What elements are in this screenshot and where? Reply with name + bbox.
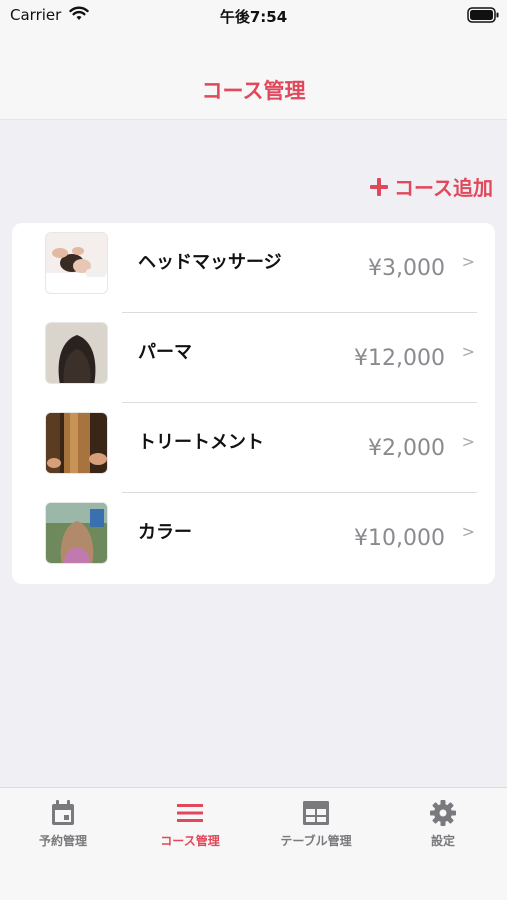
gear-icon xyxy=(430,800,456,826)
tab-tables[interactable]: テーブル管理 xyxy=(253,798,379,858)
tab-label: コース管理 xyxy=(160,834,220,848)
tab-reservations[interactable]: 予約管理 xyxy=(0,798,126,858)
course-list: ヘッドマッサージ ¥3,000 > パーマ ¥12,000 > トリートメント … xyxy=(12,223,495,584)
course-name: カラー xyxy=(138,522,192,543)
chevron-right-icon: > xyxy=(461,432,475,451)
course-name: ヘッドマッサージ xyxy=(138,252,282,273)
navigation-bar: コース管理 xyxy=(0,30,507,120)
course-row[interactable]: パーマ ¥12,000 > xyxy=(12,313,495,403)
head-massage-thumbnail xyxy=(45,232,108,294)
battery-icon xyxy=(467,7,499,23)
add-course-label: コース追加 xyxy=(394,176,493,200)
page-title: コース管理 xyxy=(201,79,306,103)
course-name: トリートメント xyxy=(138,432,264,453)
chevron-right-icon: > xyxy=(461,342,475,361)
course-row[interactable]: トリートメント ¥2,000 > xyxy=(12,403,495,493)
chevron-right-icon: > xyxy=(461,252,475,271)
perm-thumbnail xyxy=(45,322,108,384)
course-row[interactable]: カラー ¥10,000 > xyxy=(12,493,495,583)
tab-courses[interactable]: コース管理 xyxy=(127,798,253,858)
course-row[interactable]: ヘッドマッサージ ¥3,000 > xyxy=(12,223,495,313)
tab-label: 予約管理 xyxy=(38,834,87,848)
course-price: ¥2,000 xyxy=(368,436,445,461)
clock: 午後7:54 xyxy=(219,8,288,26)
status-bar: Carrier 午後7:54 xyxy=(0,0,507,30)
treatment-thumbnail xyxy=(45,412,108,474)
plus-icon xyxy=(370,177,388,196)
tab-label: テーブル管理 xyxy=(280,834,352,848)
course-price: ¥10,000 xyxy=(354,526,445,551)
tab-label: 設定 xyxy=(430,834,455,848)
color-thumbnail xyxy=(45,502,108,564)
course-name: パーマ xyxy=(138,342,192,363)
add-course-button[interactable]: コース追加 xyxy=(370,172,493,201)
calendar-icon xyxy=(52,800,74,825)
course-price: ¥3,000 xyxy=(368,256,445,281)
table-icon xyxy=(303,801,329,825)
tab-settings[interactable]: 設定 xyxy=(380,798,506,858)
tab-bar: 予約管理 コース管理 テーブル管理 設定 xyxy=(0,787,507,900)
course-price: ¥12,000 xyxy=(354,346,445,371)
list-icon xyxy=(177,804,203,822)
chevron-right-icon: > xyxy=(461,522,475,541)
